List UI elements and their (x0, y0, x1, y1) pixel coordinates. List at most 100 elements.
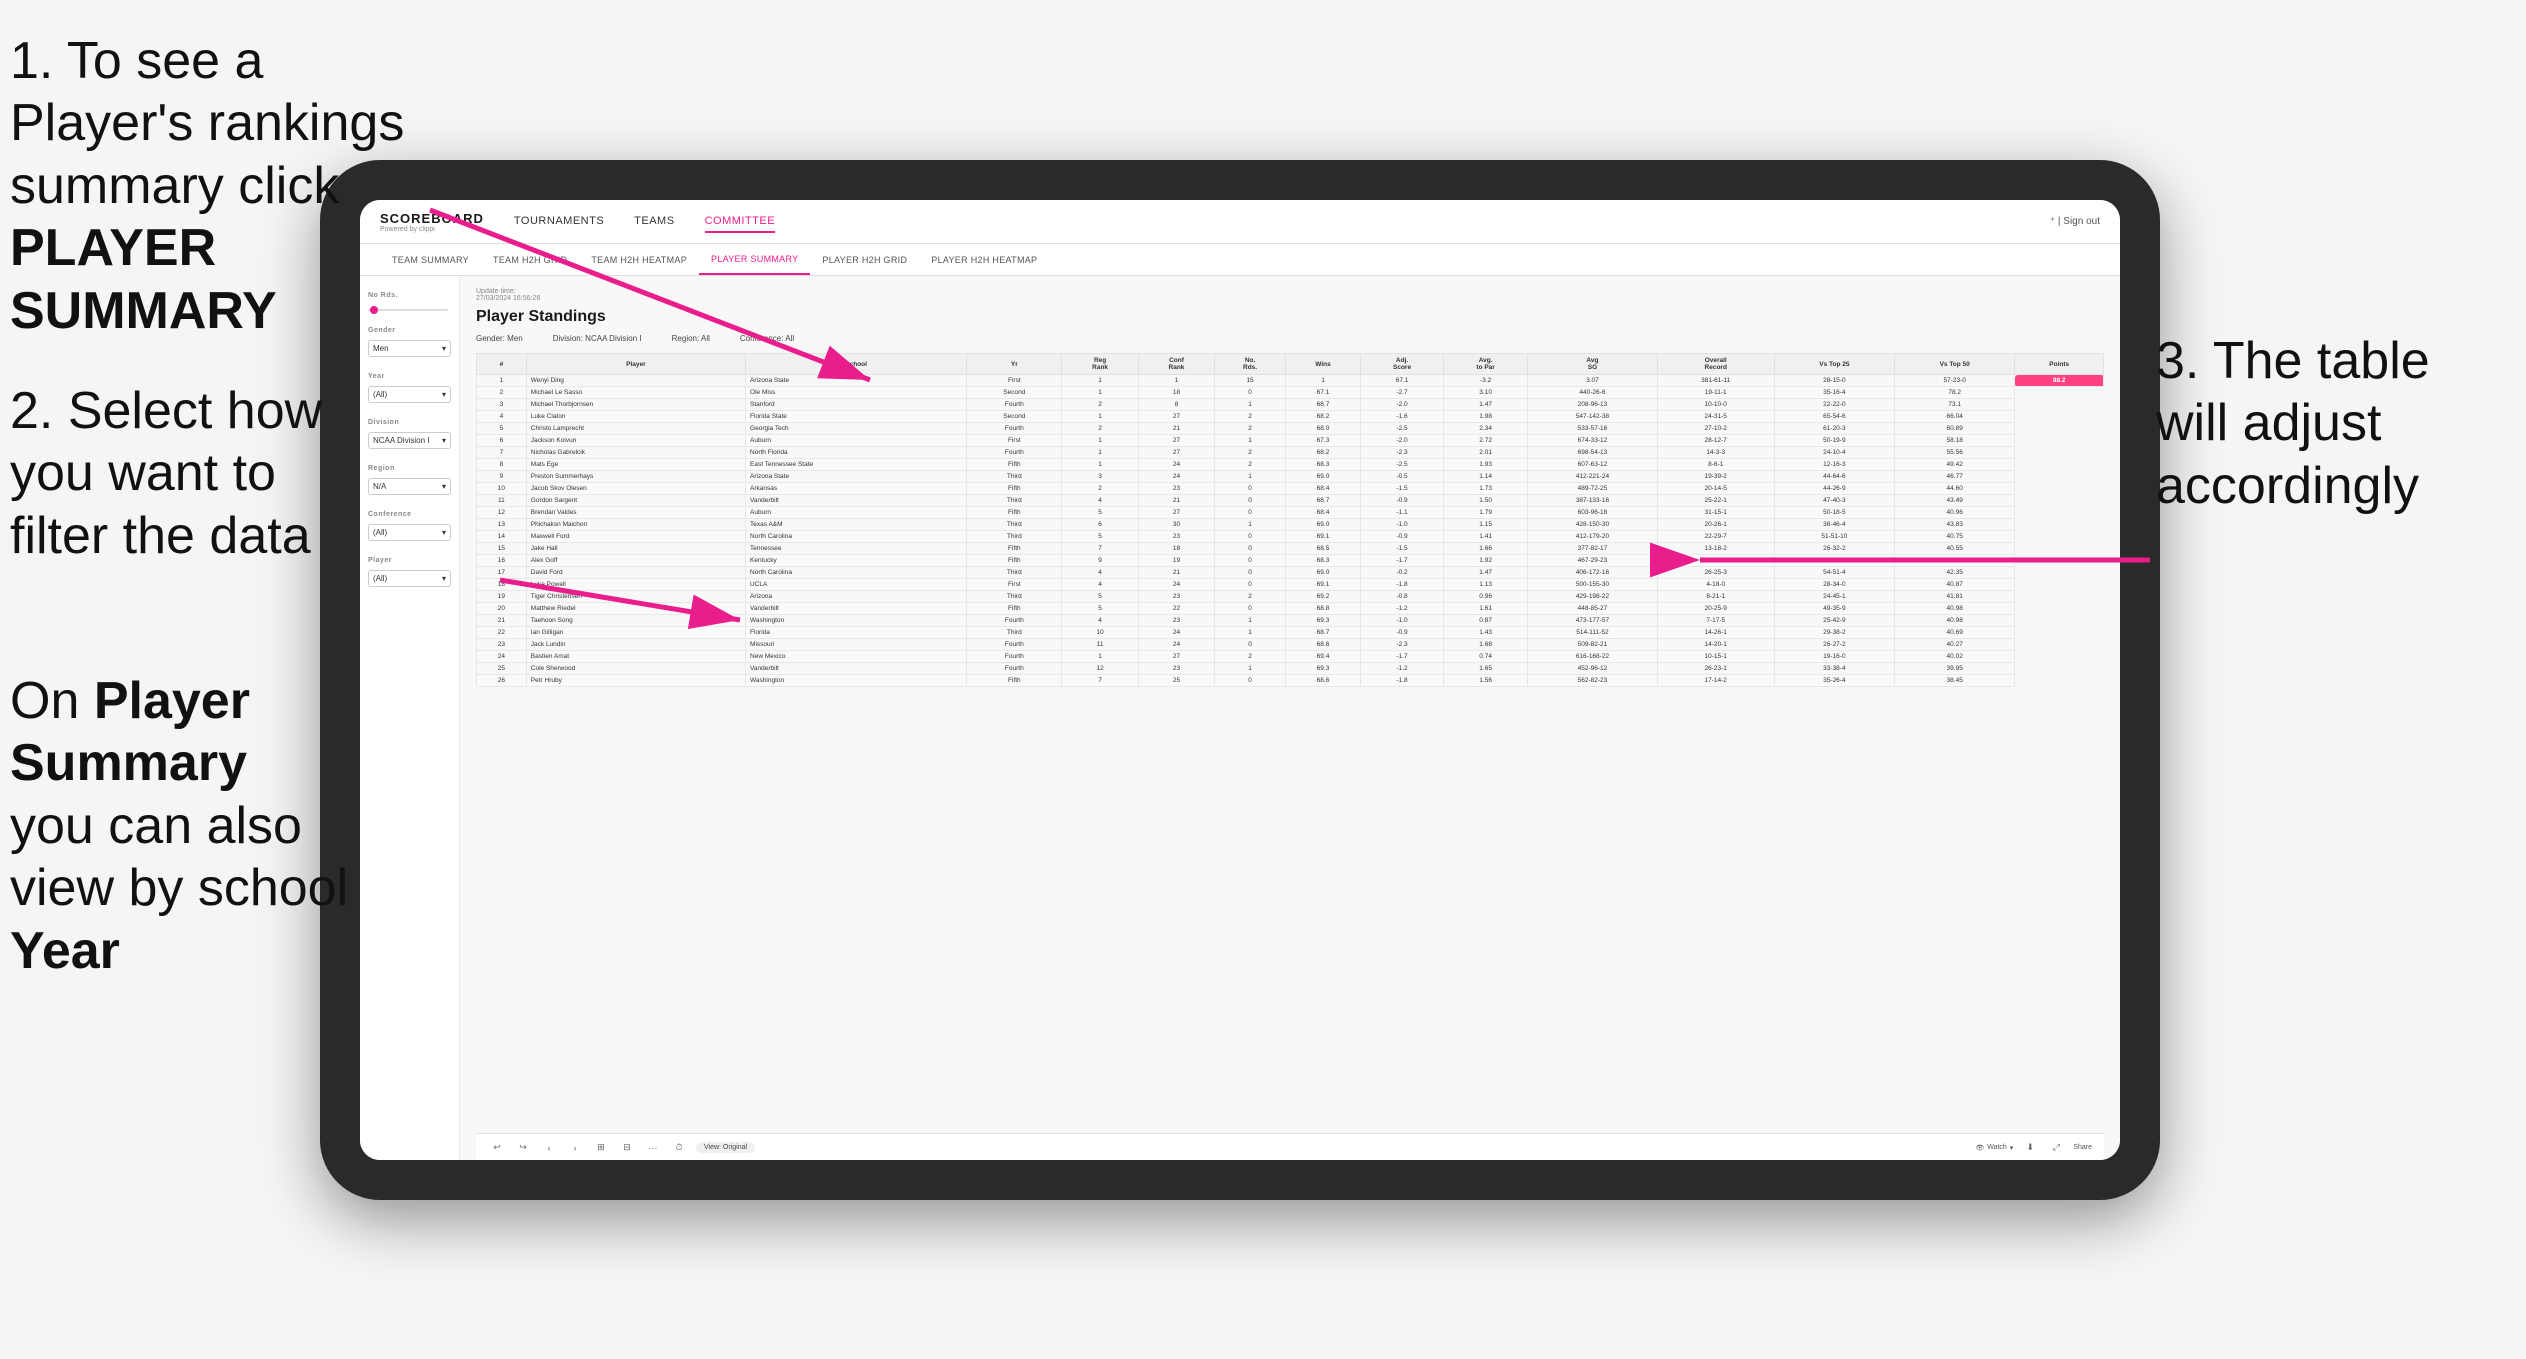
table-row[interactable]: 4Luke ClatonFlorida StateSecond127268.2-… (477, 411, 2104, 423)
table-cell: 29-38-2 (1774, 627, 1894, 639)
view-badge[interactable]: View: Original (696, 1142, 755, 1153)
table-row[interactable]: 15Jake HallTennesseeFifth718068.5-1.51.6… (477, 543, 2104, 555)
table-row[interactable]: 8Mats EgeEast Tennessee StateFifth124268… (477, 459, 2104, 471)
table-cell: -1.6 (1361, 411, 1444, 423)
table-row[interactable]: 7Nicholas GabrelcikNorth FloridaFourth12… (477, 447, 2104, 459)
table-row[interactable]: 2Michael Le SassoOle MissSecond118067.1-… (477, 387, 2104, 399)
table-cell: 68.6 (1285, 675, 1360, 687)
table-cell: 1 (1215, 399, 1286, 411)
table-row[interactable]: 6Jackson KoivunAuburnFirst127167.3-2.02.… (477, 435, 2104, 447)
table-row[interactable]: 14Maxwell FordNorth CarolinaThird523069.… (477, 531, 2104, 543)
table-cell: 1.68 (1444, 639, 1528, 651)
undo-btn[interactable]: ↩ (488, 1139, 506, 1157)
nav-committee[interactable]: COMMITTEE (705, 211, 776, 233)
table-row[interactable]: 1Wenyi DingArizona StateFirst1115167.1-3… (477, 375, 2104, 387)
copy-btn[interactable]: ⊞ (592, 1139, 610, 1157)
subnav-player-summary[interactable]: PLAYER SUMMARY (699, 244, 810, 275)
table-cell: 2 (1215, 651, 1286, 663)
table-row[interactable]: 17David FordNorth CarolinaThird421069.0-… (477, 567, 2104, 579)
table-cell: 68.7 (1285, 627, 1360, 639)
subnav-team-h2h-grid[interactable]: TEAM H2H GRID (481, 244, 579, 275)
table-cell: 20-26-1 (1657, 519, 1774, 531)
player-select[interactable]: (All) ▾ (368, 570, 451, 587)
table-row[interactable]: 13Phichaksn MaichonTexas A&MThird630169.… (477, 519, 2104, 531)
table-cell: 2 (1062, 399, 1138, 411)
table-cell: 68.7 (1285, 399, 1360, 411)
table-row[interactable]: 3Michael ThorbjornsenStanfordFourth28168… (477, 399, 2104, 411)
table-cell: Tiger Christensen (526, 591, 745, 603)
table-cell: Taehoon Song (526, 615, 745, 627)
table-cell: 500-155-30 (1528, 579, 1658, 591)
table-row[interactable]: 26Petr HrubyWashingtonFifth725068.6-1.81… (477, 675, 2104, 687)
nav-right[interactable]: ⁺ | Sign out (2050, 216, 2100, 227)
table-cell: 22-22-0 (1774, 399, 1894, 411)
table-cell: 489-72-25 (1528, 483, 1658, 495)
table-cell: -2.7 (1361, 387, 1444, 399)
table-cell: Kentucky (746, 555, 967, 567)
table-cell: Maxwell Ford (526, 531, 745, 543)
subnav-player-h2h-grid[interactable]: PLAYER H2H GRID (810, 244, 919, 275)
table-cell: 429-198-22 (1528, 591, 1658, 603)
table-row[interactable]: 11Gordon SargentVanderbiltThird421068.7-… (477, 495, 2104, 507)
table-cell: 616-168-22 (1528, 651, 1658, 663)
table-cell: 54-51-4 (1774, 567, 1894, 579)
table-row[interactable]: 20Matthew RiedelVanderbiltFifth522068.8-… (477, 603, 2104, 615)
table-cell: 13 (477, 519, 527, 531)
table-cell: 40.02 (1895, 651, 2015, 663)
table-row[interactable]: 5Christo LamprechtGeorgia TechFourth2212… (477, 423, 2104, 435)
table-cell: Third (967, 591, 1062, 603)
download-btn[interactable]: ⬇ (2021, 1139, 2039, 1157)
table-row[interactable]: 9Preston SummerhaysArizona StateThird324… (477, 471, 2104, 483)
watch-btn[interactable]: 👁 Watch ▾ (1975, 1144, 2013, 1152)
table-row[interactable]: 18Luke PowellUCLAFirst424069.1-1.81.1350… (477, 579, 2104, 591)
table-cell: 1 (1062, 459, 1138, 471)
table-cell: David Ford (526, 567, 745, 579)
table-cell: 26-32-2 (1774, 543, 1894, 555)
subnav-team-h2h-heatmap[interactable]: TEAM H2H HEATMAP (579, 244, 699, 275)
table-row[interactable]: 19Tiger ChristensenArizonaThird523269.2-… (477, 591, 2104, 603)
table-row[interactable]: 25Cole SherwoodVanderbiltFourth1223169.3… (477, 663, 2104, 675)
table-row[interactable]: 22Ian GilliganFloridaThird1024168.7-0.91… (477, 627, 2104, 639)
table-cell: 0 (1215, 603, 1286, 615)
table-row[interactable]: 10Jacob Skov OlesenArkansasFifth223068.4… (477, 483, 2104, 495)
table-row[interactable]: 12Brendan ValdesAuburnFifth527068.4-1.11… (477, 507, 2104, 519)
table-row[interactable]: 24Bastien AmatNew MexicoFourth127269.4-1… (477, 651, 2104, 663)
share-btn[interactable]: Share (2073, 1144, 2092, 1151)
table-cell: -0.5 (1361, 471, 1444, 483)
table-cell: 14-3-3 (1657, 447, 1774, 459)
redo-btn[interactable]: ↪ (514, 1139, 532, 1157)
table-cell: 38-46-4 (1774, 519, 1894, 531)
expand-btn[interactable]: ⤢ (2047, 1139, 2065, 1157)
table-cell: 467-29-23 (1528, 555, 1658, 567)
table-cell: -0.9 (1361, 531, 1444, 543)
paste-btn[interactable]: ⊟ (618, 1139, 636, 1157)
table-cell: 20-14-5 (1657, 483, 1774, 495)
table-cell: 55.56 (1895, 447, 2015, 459)
table-cell: 46.77 (1895, 471, 2015, 483)
table-cell: 8-21-1 (1657, 591, 1774, 603)
table-cell: -1.0 (1361, 615, 1444, 627)
clock-btn[interactable]: ⏱ (670, 1139, 688, 1157)
forward-btn[interactable]: › (566, 1139, 584, 1157)
table-cell: Arkansas (746, 483, 967, 495)
table-cell: 1 (1062, 387, 1138, 399)
table-cell: 42.54 (1895, 555, 2015, 567)
content-area: No Rds. Gender Men ▾ Year (All) (360, 276, 2120, 1160)
nav-teams[interactable]: TEAMS (634, 211, 674, 233)
subnav-player-h2h-heatmap[interactable]: PLAYER H2H HEATMAP (919, 244, 1049, 275)
table-row[interactable]: 16Alex GoffKentuckyFifth919068.3-1.71.92… (477, 555, 2104, 567)
table-cell: 0 (1215, 495, 1286, 507)
table-cell: 412-179-20 (1528, 531, 1658, 543)
back-btn[interactable]: ‹ (540, 1139, 558, 1157)
more-btn[interactable]: ··· (644, 1139, 662, 1157)
table-cell: 27 (1138, 411, 1214, 423)
gender-select[interactable]: Men ▾ (368, 340, 451, 357)
player-standings-table: # Player School Yr RegRank ConfRank No.R… (476, 353, 2104, 687)
nav-tournaments[interactable]: TOURNAMENTS (514, 211, 604, 233)
table-row[interactable]: 21Taehoon SongWashingtonFourth423169.3-1… (477, 615, 2104, 627)
table-row[interactable]: 23Jack LundinMissouriFourth1124068.6-2.3… (477, 639, 2104, 651)
filters-row: Gender: Men Division: NCAA Division I Re… (476, 334, 2104, 343)
table-cell: Jackson Koivun (526, 435, 745, 447)
table-cell: 44.60 (1895, 483, 2015, 495)
table-cell: UCLA (746, 579, 967, 591)
